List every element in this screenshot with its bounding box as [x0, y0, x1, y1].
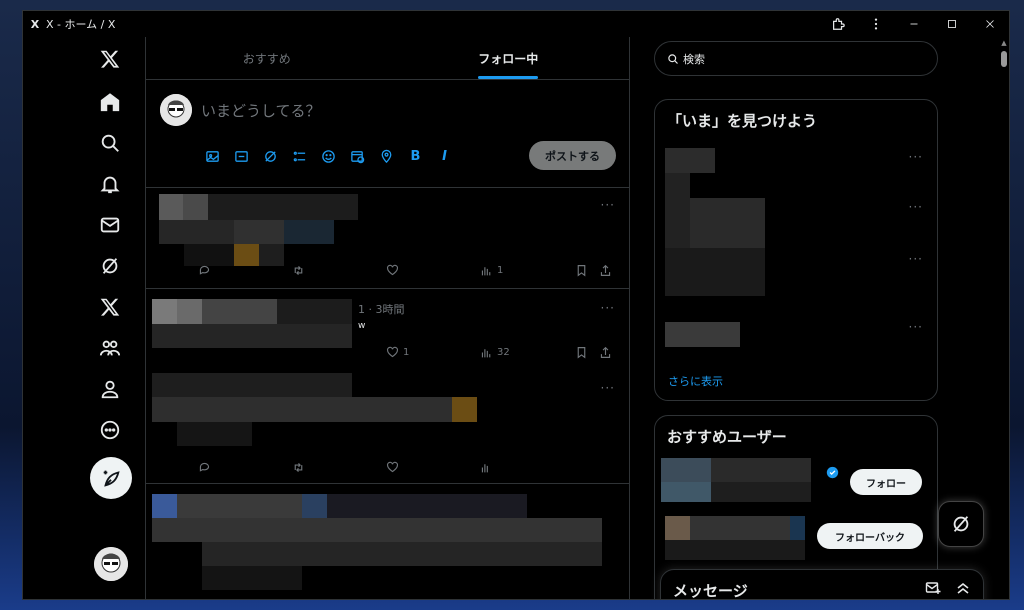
app-window: X X - ホーム / X おすすめ フォロー中 いまどうしてる？ B I ポス… [22, 10, 1010, 600]
reply-icon[interactable] [198, 461, 211, 474]
x-logo-nav-icon[interactable] [89, 38, 131, 80]
kebab-menu-icon[interactable] [857, 11, 895, 37]
post-more-icon[interactable]: ··· [601, 198, 615, 212]
page-scrollbar[interactable]: ▲ [998, 37, 1009, 599]
tab-for-you[interactable]: おすすめ [146, 37, 388, 79]
composer-avatar[interactable] [160, 94, 192, 126]
bold-icon[interactable]: B [401, 146, 430, 166]
grok-icon[interactable] [89, 245, 131, 287]
maximize-button[interactable] [933, 11, 971, 37]
grok-floating-button[interactable] [938, 501, 984, 547]
repost-icon[interactable] [292, 461, 305, 474]
premium-x-icon[interactable] [89, 286, 131, 328]
notifications-bell-icon[interactable] [89, 163, 131, 205]
search-input[interactable]: 検索 [683, 51, 705, 67]
grok-tool-icon[interactable] [256, 146, 285, 166]
emoji-icon[interactable] [314, 146, 343, 166]
messages-drawer[interactable]: メッセージ [660, 569, 984, 600]
search-small-icon [668, 53, 678, 64]
trend-more-icon[interactable]: ··· [909, 252, 923, 266]
post-button[interactable]: ポストする [529, 141, 616, 170]
bookmark-icon[interactable] [575, 346, 588, 359]
communities-icon[interactable] [89, 327, 131, 369]
messages-envelope-icon[interactable] [89, 204, 131, 246]
trends-panel: 「いま」を見つけよう ··· ··· ··· ··· さらに表示 [654, 99, 938, 401]
schedule-icon[interactable] [343, 146, 372, 166]
share-icon[interactable] [599, 264, 612, 277]
title-bar: X X - ホーム / X [23, 11, 1009, 37]
tab-following[interactable]: フォロー中 [388, 37, 630, 79]
bookmark-icon[interactable] [575, 264, 588, 277]
timeline-post[interactable]: 1 · 3時間 w ··· 1 32 ··· [146, 289, 629, 484]
composer-toolbar: B I [198, 146, 459, 166]
search-box[interactable]: 検索 [654, 41, 938, 76]
who-to-follow-title: おすすめユーザー [667, 428, 787, 446]
scroll-up-arrow[interactable]: ▲ [1000, 39, 1008, 47]
home-icon[interactable] [89, 81, 131, 123]
gif-icon[interactable] [227, 146, 256, 166]
like-heart-icon[interactable] [386, 461, 399, 474]
like-heart-icon[interactable] [386, 264, 399, 277]
show-more-trends-link[interactable]: さらに表示 [668, 373, 723, 389]
share-icon[interactable] [599, 346, 612, 359]
timeline-tabs: おすすめ フォロー中 [146, 37, 629, 80]
minimize-button[interactable] [895, 11, 933, 37]
follow-back-button[interactable]: フォローバック [817, 523, 923, 549]
views-chart-icon[interactable] [480, 461, 493, 474]
views-chart-icon[interactable]: 32 [480, 346, 510, 359]
trend-more-icon[interactable]: ··· [909, 320, 923, 334]
verified-badge-icon [826, 466, 839, 479]
post-more-icon[interactable]: ··· [601, 301, 615, 315]
follow-button[interactable]: フォロー [850, 469, 922, 495]
profile-icon[interactable] [89, 368, 131, 410]
timeline-post[interactable] [146, 484, 629, 599]
trends-title: 「いま」を見つけよう [667, 112, 818, 130]
likes-count: 1 [403, 347, 410, 358]
side-nav [23, 37, 146, 599]
composer-input[interactable]: いまどうしてる？ [201, 100, 321, 121]
new-message-icon[interactable] [925, 580, 941, 596]
compose-post-button[interactable] [90, 457, 132, 499]
reply-icon[interactable] [198, 264, 211, 277]
account-avatar[interactable] [94, 547, 128, 581]
views-chart-icon[interactable]: 1 [480, 264, 503, 277]
image-icon[interactable] [198, 146, 227, 166]
views-count: 32 [497, 347, 510, 358]
trend-more-icon[interactable]: ··· [909, 200, 923, 214]
main-timeline: おすすめ フォロー中 いまどうしてる？ B I ポストする ··· 1 1 · … [146, 37, 630, 599]
trend-more-icon[interactable]: ··· [909, 150, 923, 164]
search-icon[interactable] [89, 122, 131, 164]
repost-icon[interactable] [292, 264, 305, 277]
active-tab-indicator [478, 76, 539, 79]
timeline-post[interactable]: ··· 1 [146, 188, 629, 289]
expand-chevron-icon[interactable] [955, 580, 971, 596]
extension-icon[interactable] [819, 11, 857, 37]
like-heart-icon[interactable]: 1 [386, 346, 409, 359]
messages-drawer-title: メッセージ [673, 582, 748, 600]
scrollbar-thumb[interactable] [1001, 51, 1007, 67]
italic-icon[interactable]: I [430, 146, 459, 166]
poll-icon[interactable] [285, 146, 314, 166]
post-meta: 1 · 3時間 [358, 303, 405, 316]
more-circle-icon[interactable] [89, 409, 131, 451]
close-button[interactable] [971, 11, 1009, 37]
post-text-fragment: w [358, 321, 366, 331]
window-title: X - ホーム / X [46, 18, 116, 31]
location-pin-icon[interactable] [372, 146, 401, 166]
x-logo-icon: X [30, 17, 40, 31]
views-count: 1 [497, 265, 504, 276]
post-composer: いまどうしてる？ B I ポストする [146, 80, 629, 188]
post-more-icon[interactable]: ··· [601, 381, 615, 395]
grok-icon [953, 516, 969, 532]
